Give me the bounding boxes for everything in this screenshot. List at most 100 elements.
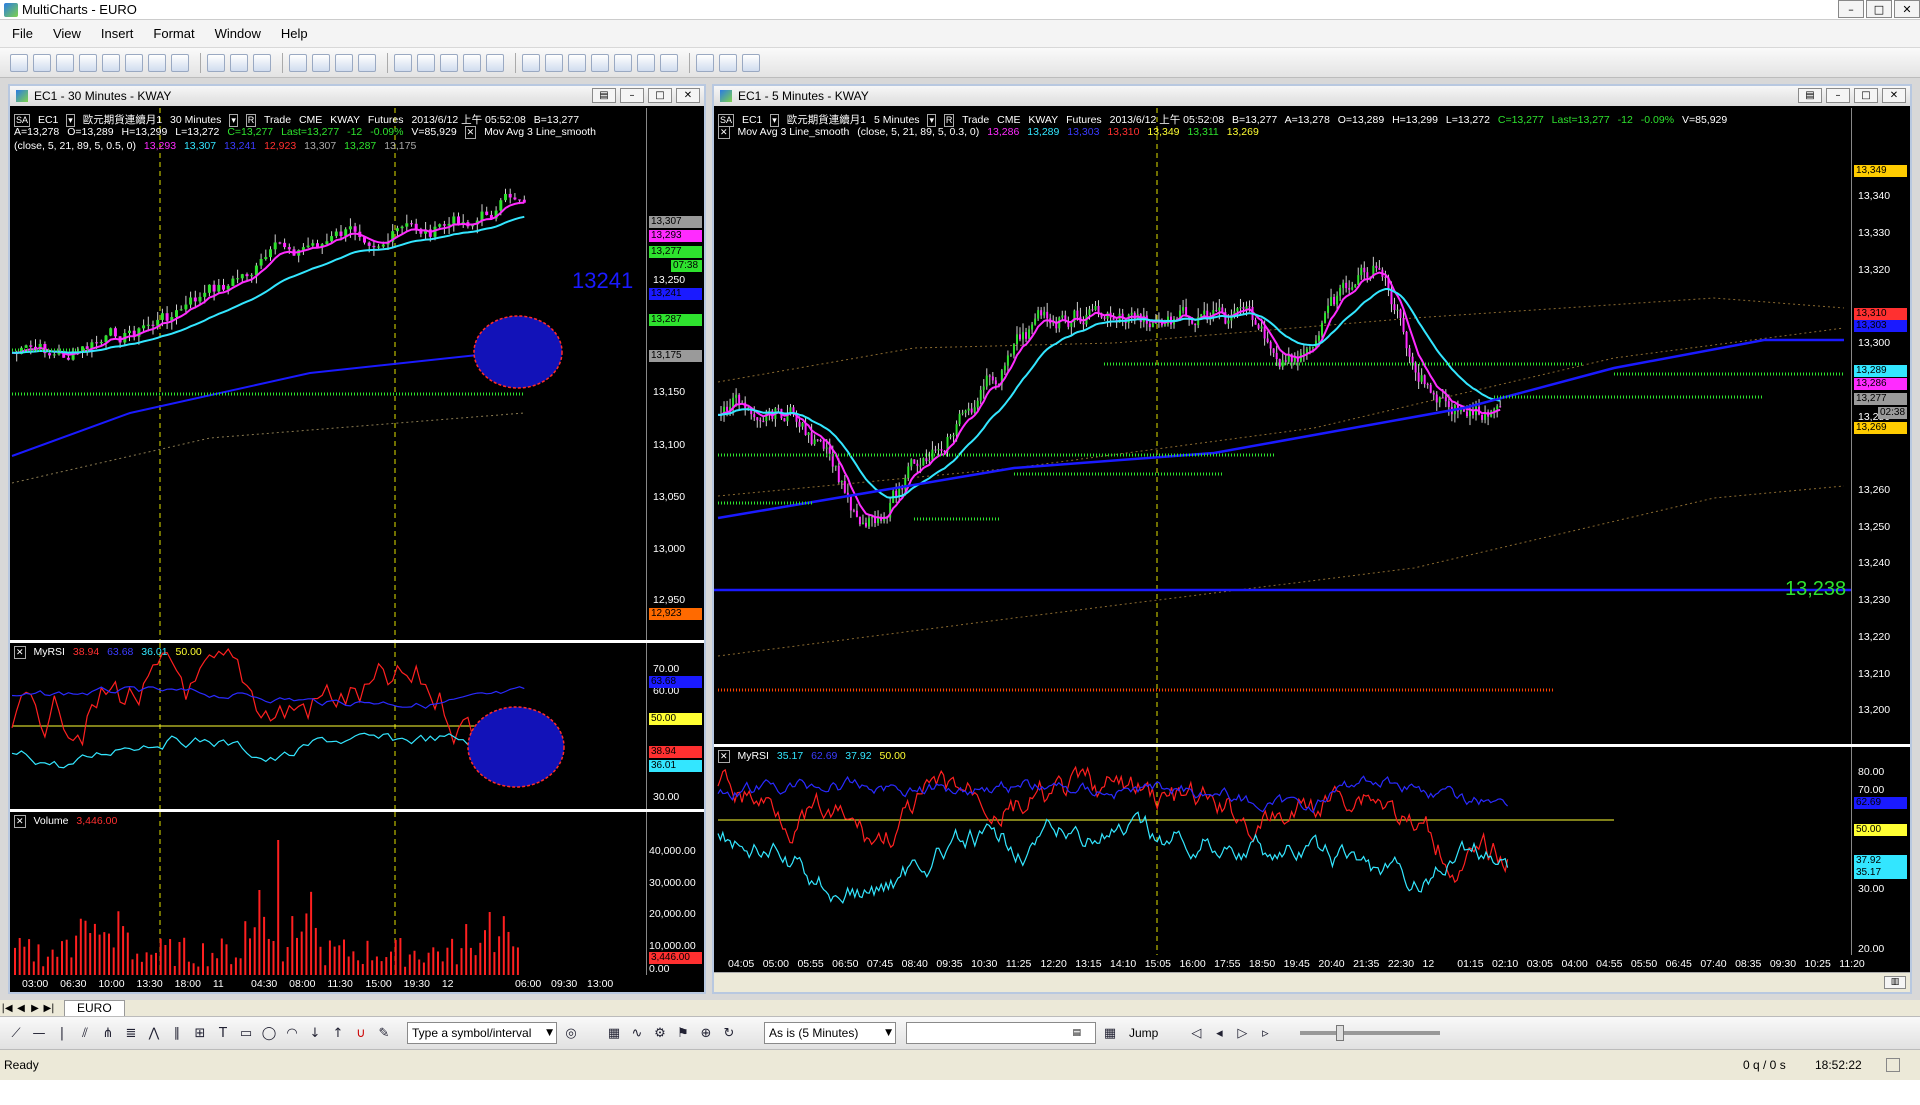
search-icon[interactable] xyxy=(719,53,737,72)
jump-date-field[interactable]: ▤ xyxy=(906,1022,1096,1044)
chevron-down-icon[interactable]: ▼ xyxy=(546,1028,553,1038)
drag-icon[interactable] xyxy=(696,53,714,72)
rsi-remove-icon[interactable]: ✕ xyxy=(14,646,26,659)
chart-minimize-button[interactable]: – xyxy=(620,88,644,103)
rectangle-icon[interactable]: ▭ xyxy=(238,1025,254,1041)
price-pane[interactable]: SA EC1 ▾ 歐元期貨連續月1 30 Minutes ▾ R Trade C… xyxy=(10,108,646,640)
text-icon[interactable]: T xyxy=(215,1025,231,1041)
globe-icon[interactable]: ◎ xyxy=(563,1025,579,1041)
window-cascade-icon[interactable] xyxy=(463,53,481,72)
print-icon[interactable] xyxy=(79,53,97,72)
window-split-icon[interactable] xyxy=(486,53,504,72)
jump-button[interactable]: Jump xyxy=(1129,1026,1158,1040)
cut-icon[interactable] xyxy=(102,53,120,72)
chart-settings-button[interactable]: ▤ xyxy=(1798,88,1822,103)
strategy-icon[interactable] xyxy=(312,53,330,72)
zoom-icon[interactable]: ⊕ xyxy=(698,1025,714,1041)
arrow-up-icon[interactable]: ↑ xyxy=(330,1025,346,1041)
new-icon[interactable] xyxy=(10,53,28,72)
menu-insert[interactable]: Insert xyxy=(101,26,134,41)
rsi-axis[interactable]: 70.00 60.00 30.00 63.68 50.00 38.94 36.0… xyxy=(646,643,704,809)
price-pane[interactable]: SA EC1 ▾ 歐元期貨連續月1 5 Minutes ▾ R Trade CM… xyxy=(714,108,1851,744)
horizontal-scrollbar[interactable]: ▥ xyxy=(714,972,1910,992)
menu-window[interactable]: Window xyxy=(215,26,261,41)
rsi-label[interactable]: MyRSI xyxy=(737,750,769,762)
magnify-icon[interactable] xyxy=(637,53,655,72)
menu-format[interactable]: Format xyxy=(153,26,194,41)
scanner-icon[interactable] xyxy=(335,53,353,72)
time-axis[interactable]: 03:00 06:30 10:00 13:30 18:00 11 04:30 08:00 11:… xyxy=(10,975,704,992)
candle-icon[interactable] xyxy=(230,53,248,72)
zoom-in-icon[interactable] xyxy=(568,53,586,72)
hand-icon[interactable] xyxy=(742,53,760,72)
horizontal-line-icon[interactable]: — xyxy=(31,1025,47,1041)
symbol-input[interactable]: Type a symbol/interval ▼ xyxy=(407,1022,557,1044)
chart-settings-button[interactable]: ▤ xyxy=(592,88,616,103)
dom-icon[interactable] xyxy=(358,53,376,72)
last-tab-icon[interactable]: ▶| xyxy=(42,1003,56,1014)
time-axis[interactable]: 04:05 05:00 05:55 06:50 07:45 08:40 09:35 10:30… xyxy=(714,955,1910,972)
zoom-slider[interactable] xyxy=(1300,1025,1441,1041)
zoom-out-icon[interactable] xyxy=(591,53,609,72)
volume-remove-icon[interactable]: ✕ xyxy=(14,815,26,828)
study-name[interactable]: Mov Avg 3 Line_smooth xyxy=(484,126,596,138)
alert-icon[interactable]: ⚑ xyxy=(675,1025,691,1041)
arrow-down-icon[interactable]: ↓ xyxy=(307,1025,323,1041)
copy-icon[interactable] xyxy=(125,53,143,72)
undo-icon[interactable] xyxy=(171,53,189,72)
pitchfork-icon[interactable]: ⋔ xyxy=(100,1025,116,1041)
study-name[interactable]: Mov Avg 3 Line_smooth xyxy=(737,126,849,138)
menu-view[interactable]: View xyxy=(53,26,81,41)
chart-window-30min[interactable]: EC1 - 30 Minutes - KWAY ▤ – □ ✕ SA EC1 ▾… xyxy=(8,84,706,994)
ellipse-icon[interactable]: ◯ xyxy=(261,1025,277,1041)
price-axis[interactable]: 13,250 13,150 13,100 13,050 13,000 12,95… xyxy=(646,108,704,640)
chart-minimize-button[interactable]: – xyxy=(1826,88,1850,103)
chart-restore-button[interactable]: □ xyxy=(1854,88,1878,103)
line-chart-icon[interactable] xyxy=(253,53,271,72)
grid-icon[interactable]: ⊞ xyxy=(192,1025,208,1041)
first-bar-icon[interactable]: ◁ xyxy=(1188,1025,1204,1041)
calendar-button-icon[interactable]: ▦ xyxy=(1102,1025,1118,1041)
rsi-remove-icon[interactable]: ✕ xyxy=(718,750,730,763)
next-bar-icon[interactable]: ▷ xyxy=(1234,1025,1250,1041)
rsi-pane[interactable]: ✕ MyRSI 35.17 62.69 37.92 50.00 xyxy=(714,747,1851,955)
vertical-line-icon[interactable]: | xyxy=(54,1025,70,1041)
menu-help[interactable]: Help xyxy=(281,26,308,41)
refresh-icon[interactable]: ↻ xyxy=(721,1025,737,1041)
rsi-axis[interactable]: 80.00 70.00 30.00 20.00 62.69 50.00 37.9… xyxy=(1851,747,1910,955)
rsi-label[interactable]: MyRSI xyxy=(33,646,65,658)
save-icon[interactable] xyxy=(56,53,74,72)
channel-icon[interactable]: ⫽ xyxy=(77,1025,93,1041)
scrollbar-thumb[interactable]: ▥ xyxy=(1884,976,1906,989)
menu-file[interactable]: File xyxy=(12,26,33,41)
prev-bar-icon[interactable]: ◂ xyxy=(1211,1025,1227,1041)
strategy-icon[interactable]: ⚙ xyxy=(652,1025,668,1041)
line-tool-icon[interactable]: ⟋ xyxy=(8,1025,24,1041)
first-tab-icon[interactable]: |◀ xyxy=(0,1003,14,1014)
pen-icon[interactable]: ✎ xyxy=(376,1025,392,1041)
prev-tab-icon[interactable]: ◀ xyxy=(14,1003,28,1014)
chevron-down-icon[interactable]: ▼ xyxy=(885,1028,892,1038)
study-remove-icon[interactable]: ✕ xyxy=(464,126,477,139)
chart-restore-button[interactable]: □ xyxy=(648,88,672,103)
open-icon[interactable] xyxy=(33,53,51,72)
last-bar-icon[interactable]: ▹ xyxy=(1257,1025,1273,1041)
bar-chart-icon[interactable] xyxy=(207,53,225,72)
volume-pane[interactable]: ✕ Volume 3,446.00 xyxy=(10,812,646,975)
chart-close-button[interactable]: ✕ xyxy=(1882,88,1906,103)
cycle-icon[interactable]: ∥ xyxy=(169,1025,185,1041)
maximize-button[interactable]: □ xyxy=(1866,0,1892,18)
indicator-icon[interactable]: ∿ xyxy=(629,1025,645,1041)
scroll-right-icon[interactable] xyxy=(545,53,563,72)
magnet-icon[interactable]: ∪ xyxy=(353,1025,369,1041)
interval-select[interactable]: As is (5 Minutes) ▼ xyxy=(764,1022,896,1044)
study-remove-icon[interactable]: ✕ xyxy=(718,126,730,139)
zoom-slider-thumb[interactable] xyxy=(1336,1025,1345,1041)
cursor-icon[interactable] xyxy=(394,53,412,72)
tab-euro[interactable]: EURO xyxy=(64,1000,125,1016)
scroll-left-icon[interactable] xyxy=(522,53,540,72)
pan-icon[interactable] xyxy=(660,53,678,72)
zoom-reset-icon[interactable] xyxy=(614,53,632,72)
calendar-icon[interactable]: ▤ xyxy=(1072,1028,1081,1038)
volume-axis[interactable]: 40,000.00 30,000.00 20,000.00 10,000.00 … xyxy=(646,812,704,975)
